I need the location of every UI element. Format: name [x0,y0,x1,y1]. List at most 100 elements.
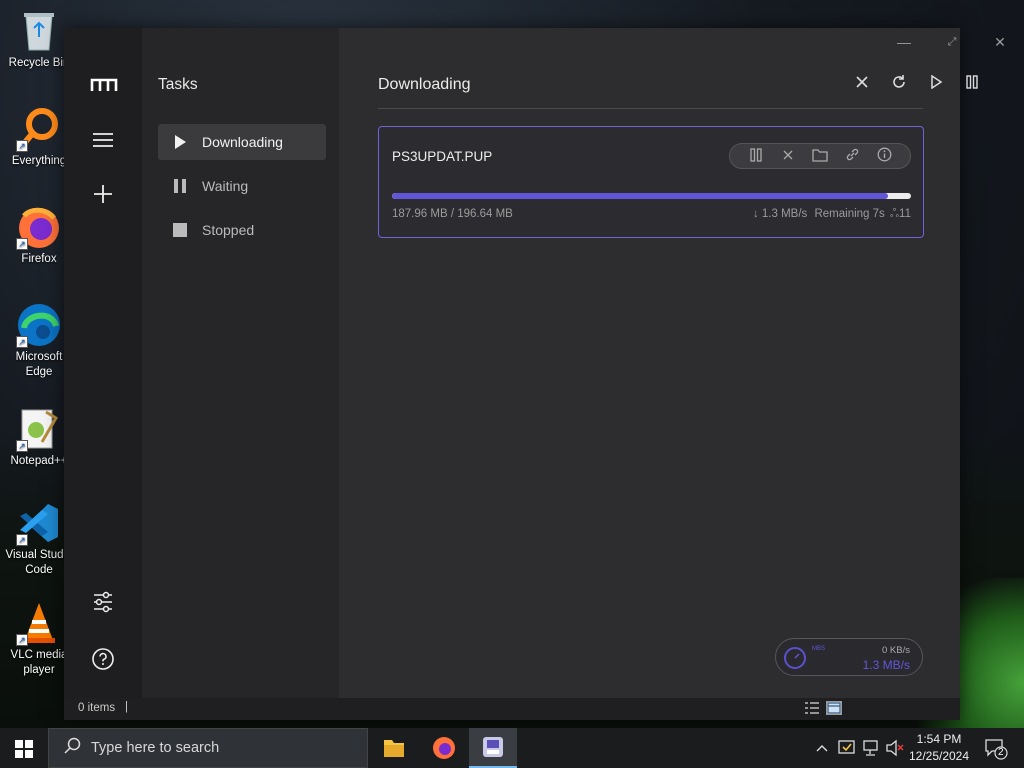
download-stats: ↓ 1.3 MB/s Remaining 7s ஃ11 [753,208,911,222]
status-caret: | [125,701,128,713]
download-connections: 11 [899,208,911,220]
taskbar-clock[interactable]: 1:54 PM 12/25/2024 [906,731,972,765]
details-view-icon [805,702,819,714]
notepadpp-icon: ↗ [16,406,62,452]
tasks-title: Tasks [158,76,198,93]
search-placeholder: Type here to search [91,740,220,756]
link-icon [846,148,858,161]
recycle-bin-icon [16,8,62,54]
upload-speed: 0 KB/s [882,645,910,656]
task-filter-stopped[interactable]: Stopped [158,212,326,248]
everything-search-icon: ↗ [16,106,62,152]
download-filename: PS3UPDAT.PUP [392,149,493,164]
volume-muted-icon [886,739,904,757]
nav-rail [64,28,142,698]
clock-date: 12/25/2024 [908,749,970,763]
clock-time: 1:54 PM [916,732,962,746]
task-filter-label: Downloading [202,134,283,150]
info-icon [877,147,891,162]
folder-icon [812,148,828,162]
search-icon [63,737,83,760]
vscode-icon: ↗ [16,500,62,546]
shortcut-arrow-icon: ↗ [16,534,28,546]
task-open-folder-button[interactable] [811,148,829,165]
task-filter-downloading[interactable]: Downloading [158,124,326,160]
main-panel: — ⤢ ✕ Downloading PS3UPDAT.PUP 187.96 MB… [339,28,1006,698]
speedometer-widget[interactable]: MBS 0 KB/s 1.3 MB/s [775,638,923,676]
shortcut-arrow-icon: ↗ [16,140,28,152]
task-pause-button[interactable] [747,147,765,165]
task-delete-button[interactable] [779,149,797,164]
notification-icon [985,739,1008,760]
status-item-count: 0 items [78,702,116,714]
shortcut-arrow-icon: ↗ [16,634,28,646]
task-copy-link-button[interactable] [843,147,861,165]
status-bar: 0 items | [64,698,960,720]
add-task-icon[interactable] [90,183,116,209]
page-title: Downloading [378,76,471,93]
taskbar-firefox[interactable] [420,728,468,768]
shortcut-arrow-icon: ↗ [16,440,28,452]
help-icon[interactable] [90,647,116,673]
minimize-button[interactable]: — [889,34,919,50]
edge-icon: ↗ [16,302,62,348]
app-logo-icon [90,72,118,98]
header-divider [378,108,923,109]
task-info-button[interactable] [875,147,893,165]
action-center-button[interactable]: 2 [983,728,1009,768]
start-button[interactable] [15,740,33,758]
play-icon [172,134,188,150]
tray-overflow-chevron[interactable] [815,728,829,768]
task-filter-label: Stopped [202,222,255,238]
app-window: Tasks Downloading Waiting Stopped — ⤢ ✕ … [64,28,1006,720]
task-filter-label: Waiting [202,178,249,194]
speed-unit-label: MBS [812,646,826,652]
maximize-button[interactable]: ⤢ [937,36,967,49]
firefox-icon: ↗ [16,204,62,250]
download-progress-bar [392,193,911,199]
resume-all-button[interactable] [925,74,947,96]
chevron-up-icon [816,745,828,752]
vlc-icon: ↗ [16,600,62,646]
motrix-app-icon [483,737,503,757]
download-speed-total: 1.3 MB/s [862,658,910,672]
pause-all-button[interactable] [961,74,983,96]
settings-sliders-icon[interactable] [90,591,116,617]
tiles-view-button[interactable] [826,701,842,715]
pause-icon [966,75,978,89]
taskbar-file-explorer[interactable] [370,728,418,768]
refresh-button[interactable] [888,74,910,96]
stop-icon [172,222,188,238]
download-size: 187.96 MB / 196.64 MB [392,208,513,220]
download-task-card[interactable]: PS3UPDAT.PUP 187.96 MB / 196.64 MB ↓ 1.3… [378,126,924,238]
taskbar-search[interactable]: Type here to search [48,728,368,768]
details-view-button[interactable] [804,701,820,715]
close-icon [783,150,793,159]
firefox-icon [433,737,455,759]
download-speed: 1.3 MB/s [761,208,808,220]
play-icon [931,74,943,90]
download-remaining: Remaining 7s [814,208,885,220]
pause-icon [172,178,188,194]
taskbar-motrix[interactable] [469,728,517,768]
delete-all-button[interactable] [851,74,873,96]
close-icon [856,76,868,88]
task-action-group [729,143,911,169]
close-window-button[interactable]: ✕ [985,34,1015,51]
shortcut-arrow-icon: ↗ [16,336,28,348]
task-filter-waiting[interactable]: Waiting [158,168,326,204]
network-icon [863,740,878,756]
folder-icon [384,740,404,757]
tray-security[interactable] [837,728,857,768]
security-alert-icon [838,740,855,754]
menu-icon[interactable] [90,128,116,154]
speedometer-icon [784,647,806,669]
tray-network[interactable] [861,728,881,768]
refresh-icon [893,75,905,88]
notification-count: 2 [998,747,1004,758]
download-arrow-icon: ↓ [752,208,759,220]
connections-icon: ஃ [890,208,900,220]
shortcut-arrow-icon: ↗ [16,238,28,250]
tray-volume[interactable] [885,728,905,768]
pause-icon [750,147,762,162]
